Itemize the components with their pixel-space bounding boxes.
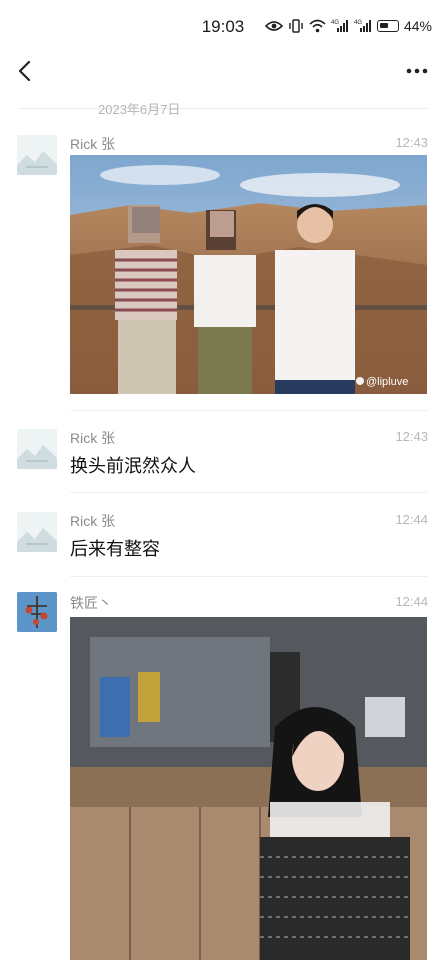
- message-separator: [70, 576, 428, 577]
- landscape-avatar-icon: [17, 429, 57, 469]
- photo-image: [70, 617, 427, 960]
- signal-4g-icon: 4G: [331, 20, 348, 32]
- sender-name: Rick 张: [70, 136, 116, 152]
- avatar[interactable]: [17, 592, 57, 632]
- nav-bar: [0, 54, 446, 90]
- message-text[interactable]: 换头前泯然众人: [70, 452, 196, 478]
- vibrate-icon: [289, 19, 303, 33]
- photo-message[interactable]: [70, 617, 427, 960]
- photo-image: @lipluve: [70, 155, 427, 394]
- back-button[interactable]: [12, 56, 36, 86]
- sender-name: Rick 张: [70, 513, 116, 529]
- chat-message: 铁匠丶 12:44: [0, 589, 446, 960]
- date-label: 2023年6月7日: [98, 101, 181, 117]
- sender-name: Rick 张: [70, 430, 116, 446]
- avatar[interactable]: [17, 429, 57, 469]
- date-divider: 2023年6月7日: [18, 98, 428, 118]
- signal-4g-icon-2: 4G: [354, 20, 371, 32]
- svg-text:4G: 4G: [354, 20, 362, 26]
- message-time: 12:44: [395, 594, 428, 609]
- avatar[interactable]: [17, 135, 57, 175]
- message-time: 12:43: [395, 429, 428, 444]
- status-bar: 19:03 4G 4G 44%: [0, 0, 446, 54]
- more-button[interactable]: [402, 56, 432, 86]
- chat-message: Rick 张 12:44 后来有整容: [0, 507, 446, 577]
- message-separator: [70, 410, 428, 411]
- divider-line: [223, 107, 428, 109]
- chevron-left-icon: [18, 60, 31, 82]
- weibo-watermark: @lipluve: [366, 376, 408, 388]
- tree-avatar-icon: [17, 592, 57, 632]
- photo-message[interactable]: @lipluve: [70, 155, 427, 394]
- sender-name: 铁匠丶: [70, 595, 112, 611]
- landscape-avatar-icon: [17, 135, 57, 175]
- ellipsis-icon: [406, 68, 428, 74]
- battery-level: 44%: [403, 18, 432, 34]
- chat-message: Rick 张 12:43 @lipluve: [0, 130, 446, 410]
- battery-icon: [376, 20, 399, 32]
- message-separator: [70, 492, 428, 493]
- svg-text:4G: 4G: [331, 20, 339, 26]
- eye-icon: [264, 21, 283, 31]
- wifi-icon: [309, 19, 326, 33]
- message-time: 12:43: [395, 135, 428, 150]
- avatar[interactable]: [17, 512, 57, 552]
- chat-message: Rick 张 12:43 换头前泯然众人: [0, 424, 446, 494]
- status-icons: 4G 4G 44%: [264, 18, 432, 34]
- message-text[interactable]: 后来有整容: [70, 535, 160, 561]
- message-time: 12:44: [395, 512, 428, 527]
- landscape-avatar-icon: [17, 512, 57, 552]
